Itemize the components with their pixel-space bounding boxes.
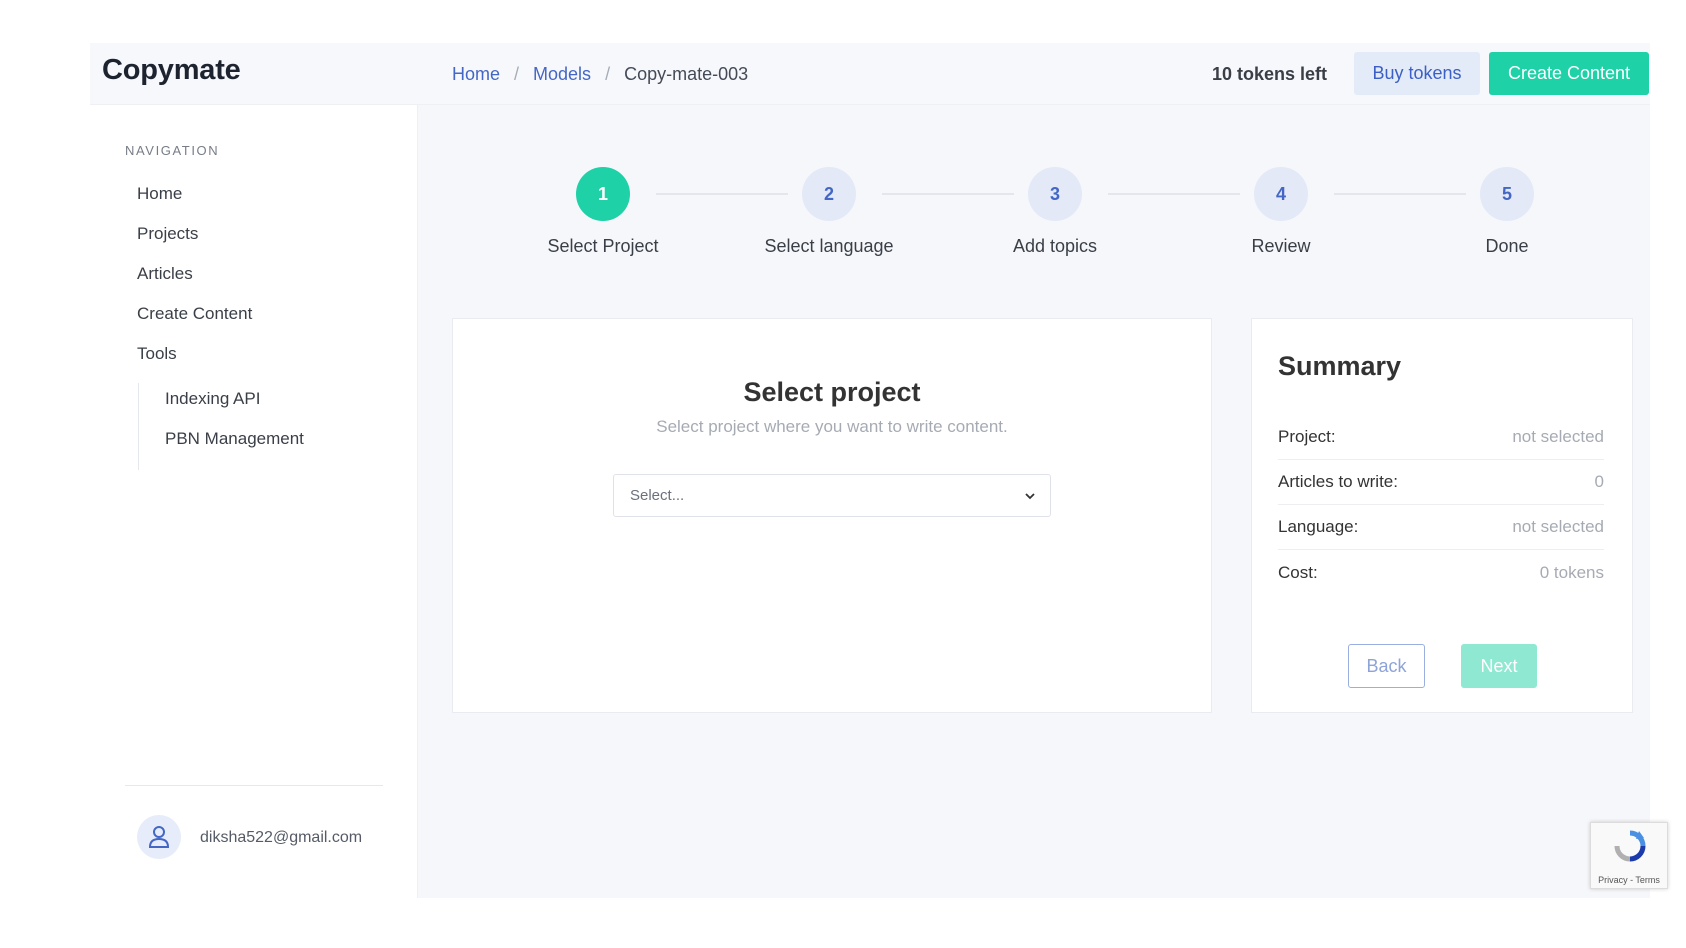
nav-heading: NAVIGATION	[125, 143, 220, 158]
stepper: 1 Select Project 2 Select language 3 Add…	[518, 167, 1538, 277]
step-label: Review	[1251, 236, 1311, 256]
nav-list: Home Projects Articles Create Content To…	[137, 181, 252, 381]
step-add-topics[interactable]: 3 Add topics	[970, 167, 1140, 257]
step-number: 1	[576, 167, 630, 221]
breadcrumb-home[interactable]: Home	[452, 64, 500, 85]
step-label: Select Project	[547, 236, 659, 256]
user-icon	[148, 826, 170, 848]
top-bar: Copymate Home / Models / Copy-mate-003 1…	[90, 43, 1650, 105]
step-number: 2	[802, 167, 856, 221]
summary-key: Language:	[1278, 517, 1359, 536]
summary-title: Summary	[1278, 351, 1402, 381]
buy-tokens-button[interactable]: Buy tokens	[1354, 52, 1480, 95]
main-content: 1 Select Project 2 Select language 3 Add…	[418, 105, 1650, 898]
select-project-title: Select project	[743, 377, 921, 407]
sidebar-item-indexing-api[interactable]: Indexing API	[165, 386, 304, 426]
summary-value: not selected	[1512, 427, 1604, 446]
summary-key: Articles to write:	[1278, 472, 1398, 491]
create-content-button[interactable]: Create Content	[1489, 52, 1649, 95]
recaptcha-icon	[1614, 830, 1646, 862]
next-button[interactable]: Next	[1461, 644, 1537, 688]
breadcrumb-separator: /	[605, 64, 611, 84]
summary-row-cost: Cost: 0 tokens	[1278, 550, 1604, 595]
avatar[interactable]	[137, 815, 181, 859]
chevron-down-icon	[1025, 493, 1035, 500]
summary-list: Project: not selected Articles to write:…	[1278, 415, 1604, 595]
user-email[interactable]: diksha522@gmail.com	[200, 829, 362, 847]
step-select-language[interactable]: 2 Select language	[744, 167, 914, 257]
app-logo[interactable]: Copymate	[102, 54, 241, 87]
breadcrumb-models[interactable]: Models	[533, 64, 591, 85]
summary-value: 0 tokens	[1539, 562, 1604, 582]
step-done[interactable]: 5 Done	[1422, 167, 1592, 257]
step-number: 4	[1254, 167, 1308, 221]
summary-row-language: Language: not selected	[1278, 505, 1604, 550]
step-label: Add topics	[1012, 236, 1098, 256]
project-select[interactable]: Select...	[613, 474, 1051, 517]
back-button[interactable]: Back	[1348, 644, 1425, 688]
breadcrumb-current: Copy-mate-003	[624, 64, 749, 84]
summary-key: Project:	[1278, 427, 1336, 446]
summary-value: not selected	[1512, 517, 1604, 536]
tools-subnav: Indexing API PBN Management	[138, 383, 304, 470]
sidebar-item-tools[interactable]: Tools	[137, 341, 252, 381]
select-placeholder: Select...	[630, 487, 685, 504]
step-select-project[interactable]: 1 Select Project	[518, 167, 688, 257]
summary-row-project: Project: not selected	[1278, 415, 1604, 460]
step-review[interactable]: 4 Review	[1196, 167, 1366, 257]
step-label: Done	[1485, 236, 1529, 256]
sidebar-item-pbn-management[interactable]: PBN Management	[165, 426, 304, 466]
recaptcha-links[interactable]: Privacy - Terms	[1591, 875, 1667, 885]
breadcrumb-separator: /	[514, 64, 520, 84]
sidebar-item-create-content[interactable]: Create Content	[137, 301, 252, 341]
sidebar-item-articles[interactable]: Articles	[137, 261, 252, 301]
sidebar: NAVIGATION Home Projects Articles Create…	[90, 105, 418, 898]
recaptcha-badge[interactable]: Privacy - Terms	[1590, 822, 1668, 889]
summary-key: Cost:	[1278, 562, 1318, 582]
app-window: Copymate Home / Models / Copy-mate-003 1…	[90, 43, 1650, 898]
step-label: Select language	[764, 236, 894, 256]
summary-card: Summary Project: not selected Articles t…	[1251, 318, 1633, 713]
sidebar-item-home[interactable]: Home	[137, 181, 252, 221]
select-project-card: Select project Select project where you …	[452, 318, 1212, 713]
tokens-left-counter: 10 tokens left	[1212, 64, 1328, 84]
summary-value: 0	[1594, 472, 1604, 491]
breadcrumb: Home / Models / Copy-mate-003	[452, 64, 748, 85]
summary-row-articles: Articles to write: 0	[1278, 460, 1604, 505]
step-number: 5	[1480, 167, 1534, 221]
select-project-subtitle: Select project where you want to write c…	[656, 417, 1008, 436]
sidebar-item-projects[interactable]: Projects	[137, 221, 252, 261]
sidebar-divider	[125, 785, 383, 786]
step-number: 3	[1028, 167, 1082, 221]
